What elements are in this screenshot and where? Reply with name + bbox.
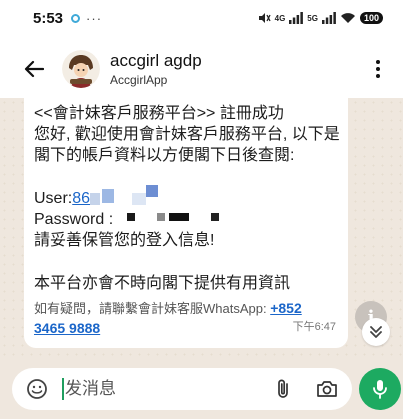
status-time: 5:53 xyxy=(33,9,64,27)
contact-line: 如有疑問，請聯繫會計妹客服WhatsApp: +852 xyxy=(34,299,336,318)
redaction-block xyxy=(127,212,136,221)
camera-icon xyxy=(317,381,337,397)
user-line: User: 86 xyxy=(34,184,336,209)
text-cursor xyxy=(62,378,64,400)
wifi-icon xyxy=(340,13,355,23)
phone-row: 3465 9888 下午6:47 xyxy=(34,318,336,336)
battery-icon: 100 xyxy=(359,12,383,24)
arrow-left-icon xyxy=(24,60,44,78)
contact-subtitle: AccgirlApp xyxy=(110,73,168,87)
redaction-block xyxy=(169,212,182,221)
redaction-block xyxy=(211,212,220,221)
redaction-block xyxy=(132,192,147,205)
redaction-block xyxy=(102,188,115,203)
menu-button[interactable] xyxy=(363,49,393,89)
scroll-down-button[interactable] xyxy=(362,318,390,346)
phone-link[interactable]: +852 xyxy=(270,300,302,316)
sticker-icon xyxy=(27,379,47,399)
network-label-1: 4G xyxy=(274,13,286,23)
double-chevron-down-icon xyxy=(370,326,382,338)
phone-link-continued[interactable]: 3465 9888 xyxy=(34,320,100,336)
back-button[interactable] xyxy=(10,45,58,93)
camera-button[interactable] xyxy=(314,376,340,402)
status-bar: 5:53 ··· 4G 5G 100 xyxy=(0,0,403,36)
signal-icon-1 xyxy=(289,12,304,24)
network-label-2: 5G xyxy=(307,13,318,23)
chat-header: accgirl agdp AccgirlApp xyxy=(0,36,403,102)
message-input-container[interactable] xyxy=(12,368,352,410)
more-vert-icon xyxy=(376,60,380,78)
status-more: ··· xyxy=(86,10,103,26)
mic-button[interactable] xyxy=(359,368,401,410)
message-input[interactable] xyxy=(65,379,245,399)
password-line: Password : xyxy=(34,209,336,230)
message-line-2: 您好, 歡迎使用會計妹客戶服務平台, 以下是 xyxy=(34,126,340,143)
contact-info[interactable]: accgirl agdp AccgirlApp xyxy=(110,51,202,87)
message-line-info: 本平台亦會不時向閣下提供有用資訊 xyxy=(34,275,291,292)
redaction-block xyxy=(146,184,159,197)
redaction-block xyxy=(181,212,190,221)
message-timestamp: 下午6:47 xyxy=(292,321,336,333)
sticker-button[interactable] xyxy=(26,378,48,400)
redaction-block xyxy=(90,192,101,205)
signal-icon-2 xyxy=(321,12,336,24)
mute-icon xyxy=(258,13,271,23)
redaction-block xyxy=(157,212,166,221)
contact-name: accgirl agdp xyxy=(110,51,202,70)
message-line-keep: 請妥善保管您的登入信息! xyxy=(34,232,215,249)
attach-button[interactable] xyxy=(270,376,296,402)
contact-text: 如有疑問，請聯繫會計妹客服WhatsApp: xyxy=(34,301,271,316)
user-value-link[interactable]: 86 xyxy=(72,188,90,209)
message-line-title: <<會計妹客戶服務平台>> 註冊成功 xyxy=(34,105,284,122)
paperclip-icon xyxy=(278,379,288,398)
chat-area[interactable]: <<會計妹客戶服務平台>> 註冊成功 您好, 歡迎使用會計妹客戶服務平台, 以下… xyxy=(0,98,403,360)
message-bubble[interactable]: <<會計妹客戶服務平台>> 註冊成功 您好, 歡迎使用會計妹客戶服務平台, 以下… xyxy=(24,98,348,348)
avatar[interactable] xyxy=(62,50,100,88)
status-icons: 4G 5G 100 xyxy=(257,11,383,25)
password-label: Password : xyxy=(34,211,114,228)
notification-dot-icon xyxy=(71,13,81,23)
user-label: User: xyxy=(34,190,73,207)
microphone-icon xyxy=(373,380,387,399)
message-line-3: 閣下的帳戶資料以方便閣下日後查閱: xyxy=(34,147,295,164)
input-area xyxy=(0,360,403,419)
